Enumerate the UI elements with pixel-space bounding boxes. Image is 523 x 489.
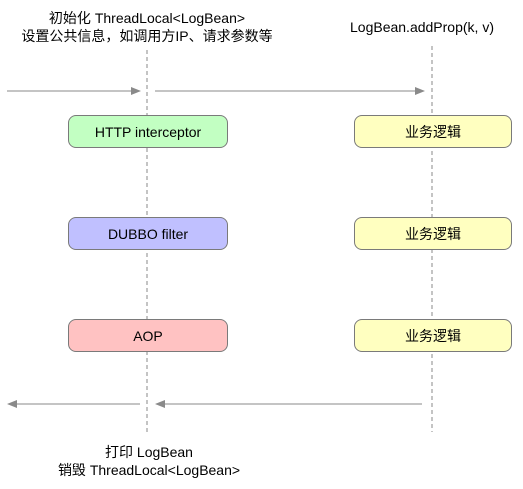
init-label-line2: 设置公共信息，如调用方IP、请求参数等 — [21, 28, 273, 44]
flow-diagram: 初始化 ThreadLocal<LogBean> 设置公共信息，如调用方IP、请… — [0, 0, 523, 489]
aop-box: AOP — [68, 319, 228, 352]
add-prop-label: LogBean.addProp(k, v) — [350, 19, 494, 35]
business-logic-box: 业务逻辑 — [354, 115, 512, 148]
dubbo-filter-label: DUBBO filter — [107, 225, 189, 242]
dubbo-filter-box: DUBBO filter — [68, 217, 228, 250]
http-interceptor-box: HTTP interceptor — [68, 115, 228, 148]
business-logic-box: 业务逻辑 — [354, 217, 512, 250]
finish-label-line1: 打印 LogBean — [105, 444, 193, 460]
aop-label: AOP — [133, 327, 163, 344]
business-logic-label: 业务逻辑 — [405, 327, 461, 344]
init-label: 初始化 ThreadLocal<LogBean> 设置公共信息，如调用方IP、请… — [21, 9, 272, 45]
finish-label: 打印 LogBean 销毁 ThreadLocal<LogBean> — [58, 443, 240, 479]
http-interceptor-label: HTTP interceptor — [94, 123, 202, 140]
business-logic-label: 业务逻辑 — [405, 123, 461, 140]
business-logic-box: 业务逻辑 — [354, 319, 512, 352]
init-label-line1: 初始化 ThreadLocal<LogBean> — [48, 10, 246, 26]
finish-label-line2: 销毁 ThreadLocal<LogBean> — [57, 462, 241, 478]
business-logic-label: 业务逻辑 — [405, 225, 461, 242]
